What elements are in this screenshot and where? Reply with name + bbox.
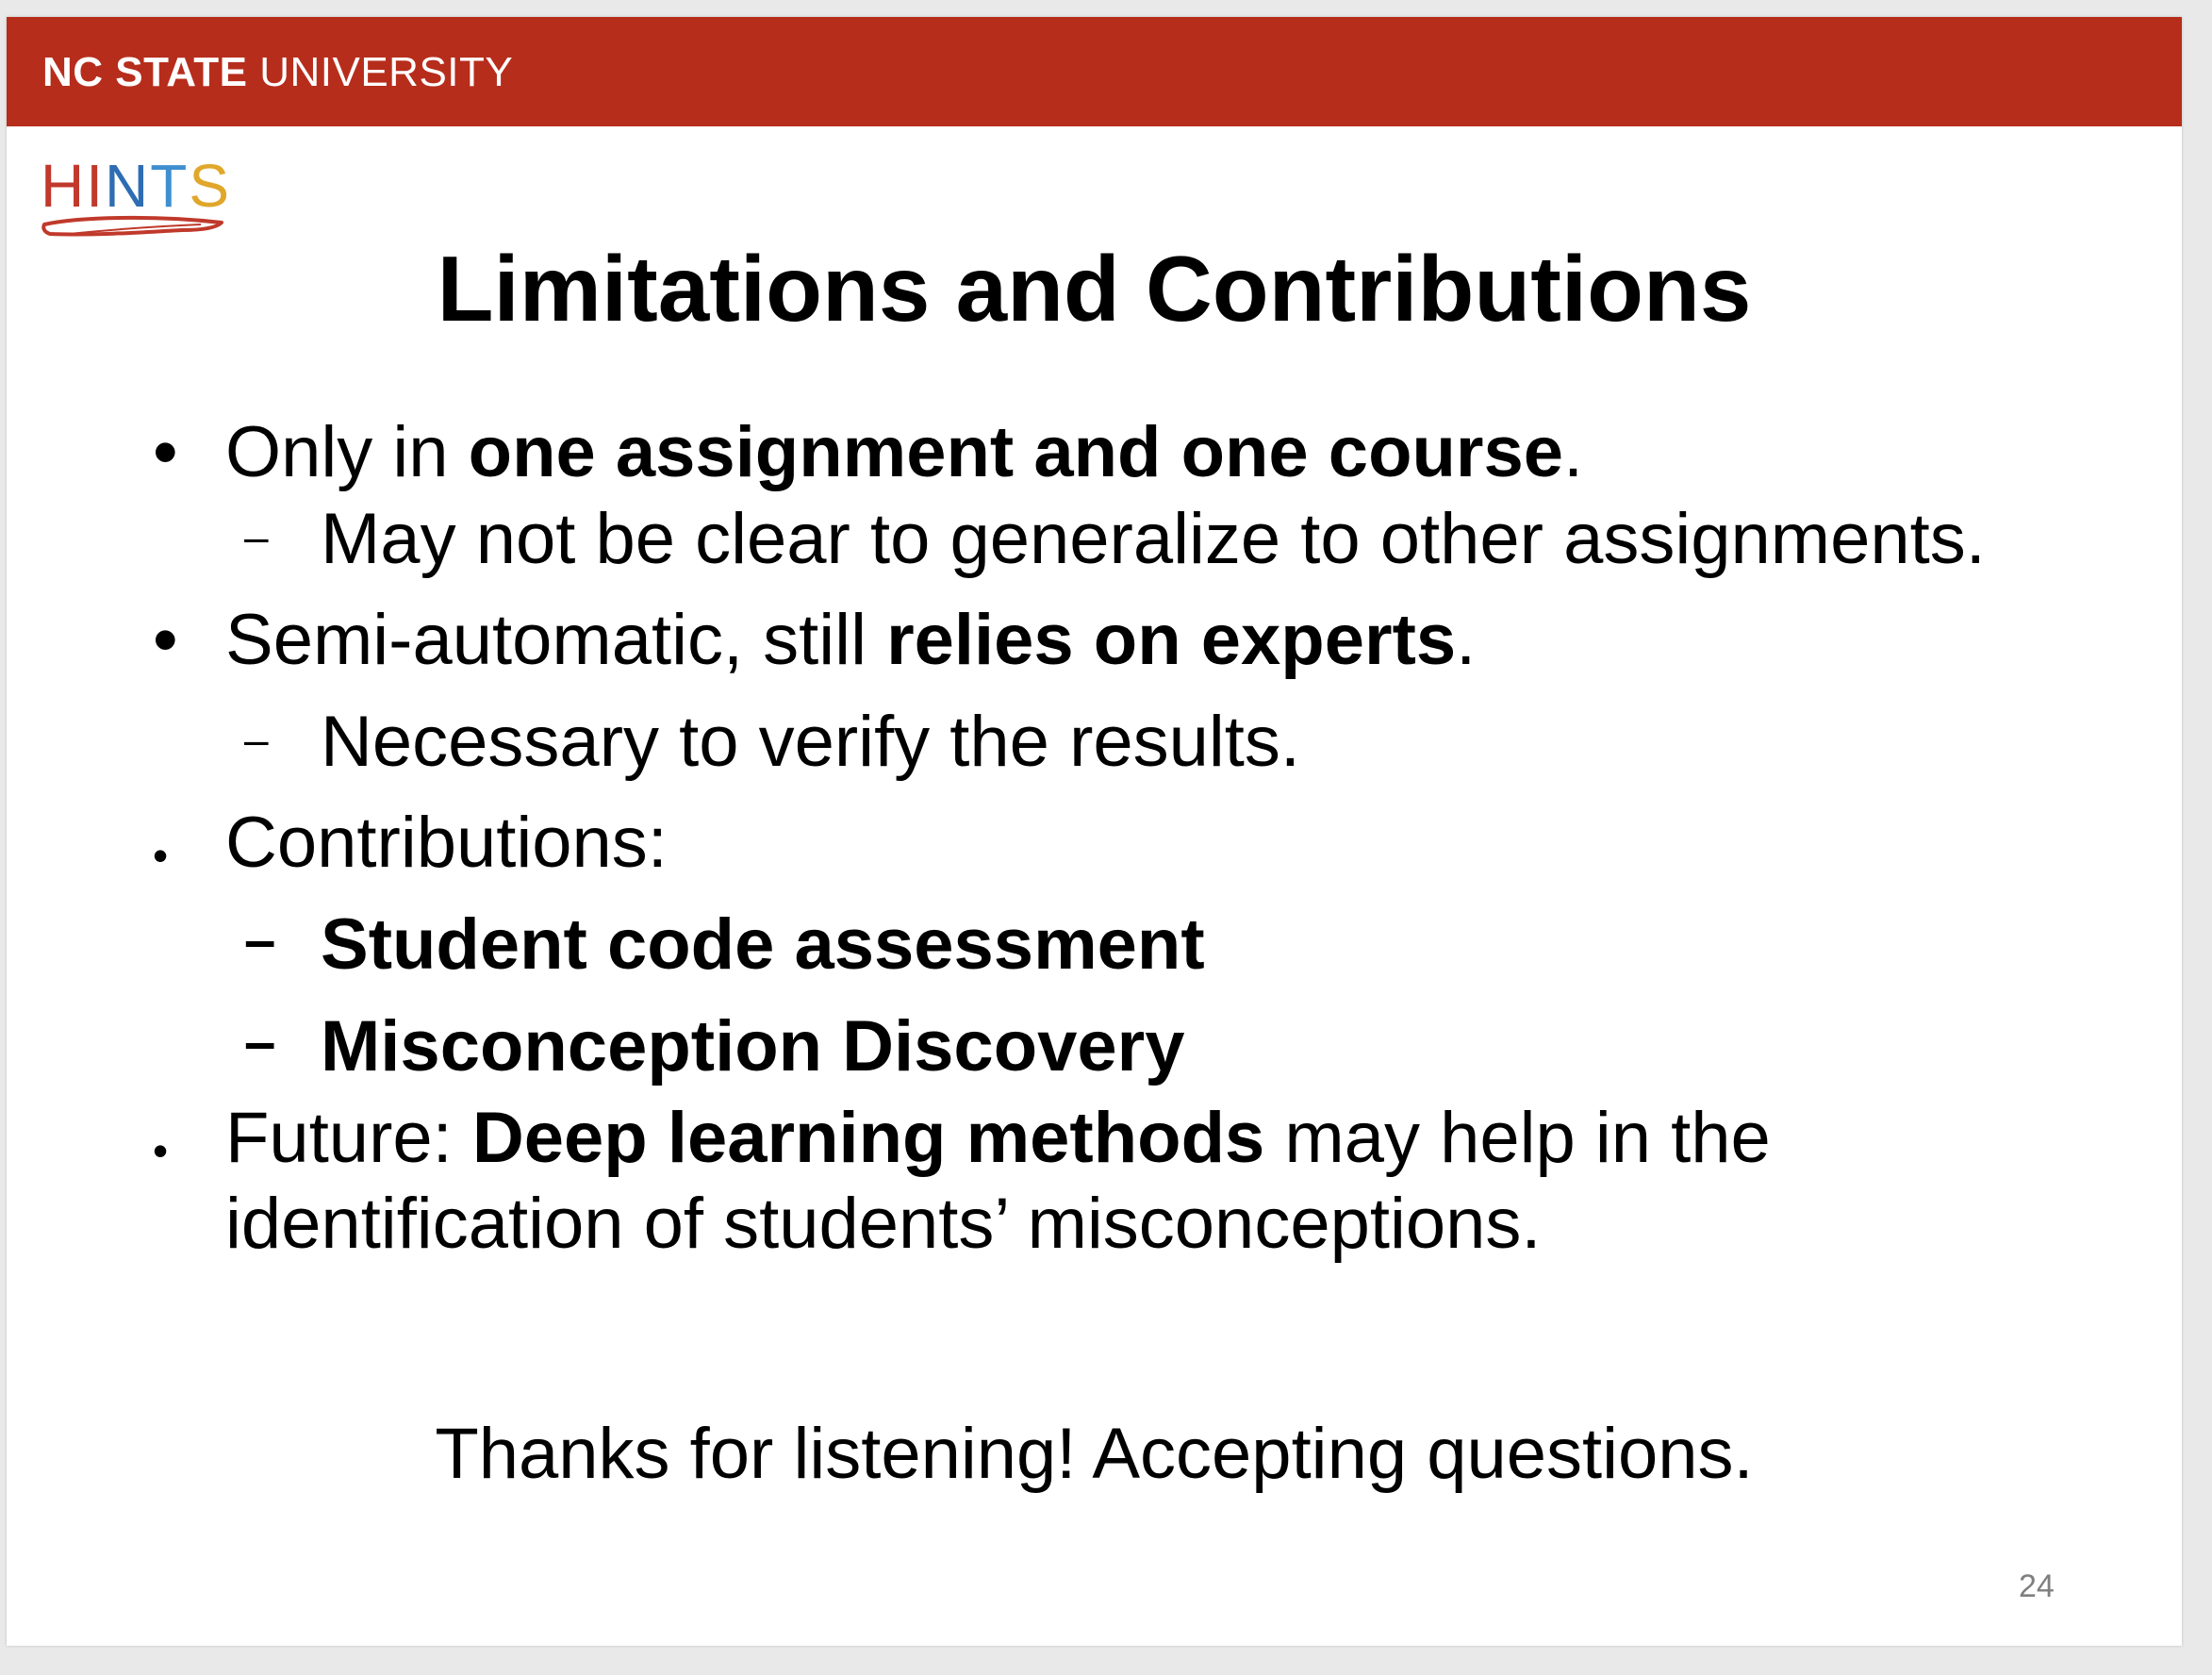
bold-text: one assignment and one course: [468, 412, 1564, 492]
sub-bullet-item: Necessary to verify the results.: [321, 701, 1300, 783]
bold-text: Deep learning methods: [471, 1098, 1265, 1178]
bullet-item: Only in one assignment and one course.: [225, 411, 1583, 493]
university-brand: NC STATE UNIVERSITY: [42, 49, 513, 96]
bullet-marker: •: [153, 1126, 169, 1175]
text: May not be clear to generalize to other …: [321, 499, 1986, 579]
bullet-item: Contributions:: [225, 802, 668, 884]
sub-bullet-marker: –: [244, 512, 269, 561]
logo-letter: N: [105, 152, 151, 220]
text: Only in: [225, 412, 469, 492]
brand-regular: UNIVERSITY: [259, 49, 514, 95]
text: .: [1563, 412, 1584, 492]
bullet-marker: •: [153, 831, 169, 880]
bullet-item: Future: Deep learning methods may help i…: [225, 1097, 1771, 1179]
bold-text: relies on experts: [886, 600, 1457, 680]
slide-title: Limitations and Contributions: [437, 237, 1752, 340]
bold-text: Misconception Discovery: [321, 1006, 1185, 1086]
text: may help in the: [1264, 1098, 1771, 1178]
logo-letter: T: [150, 152, 190, 220]
bullet-marker: •: [153, 600, 178, 680]
text: .: [1456, 600, 1477, 680]
sub-bullet-marker: –: [244, 1010, 276, 1073]
sub-bullet-item: May not be clear to generalize to other …: [321, 498, 1986, 580]
logo-letter: S: [189, 152, 231, 220]
bullet-continuation: identification of students’ misconceptio…: [225, 1184, 1542, 1264]
text: Future:: [225, 1098, 472, 1178]
sub-bullet-marker: –: [244, 908, 276, 971]
slide: NC STATE UNIVERSITY HINTS Limitations an…: [7, 17, 2182, 1646]
header-bar: NC STATE UNIVERSITY: [7, 17, 2182, 126]
hints-logo: HINTS: [41, 151, 239, 245]
text: Necessary to verify the results.: [321, 702, 1301, 782]
logo-letter: I: [86, 152, 105, 220]
bullet-item: Semi-automatic, still relies on experts.: [225, 599, 1476, 681]
sub-bullet-item: Misconception Discovery: [321, 1005, 1185, 1087]
text: Contributions:: [225, 803, 668, 883]
bullet-marker: •: [153, 412, 178, 492]
sub-bullet-item: Student code assessment: [321, 904, 1205, 986]
sub-bullet-marker: –: [244, 715, 269, 764]
page-number: 24: [2019, 1568, 2055, 1604]
closing-message: Thanks for listening! Accepting question…: [435, 1414, 1754, 1494]
bold-text: Student code assessment: [321, 904, 1205, 985]
logo-letter: H: [41, 152, 87, 220]
text: Semi-automatic, still: [225, 600, 887, 680]
hints-logo-text: HINTS: [41, 151, 231, 221]
brand-bold: NC STATE: [42, 49, 248, 95]
